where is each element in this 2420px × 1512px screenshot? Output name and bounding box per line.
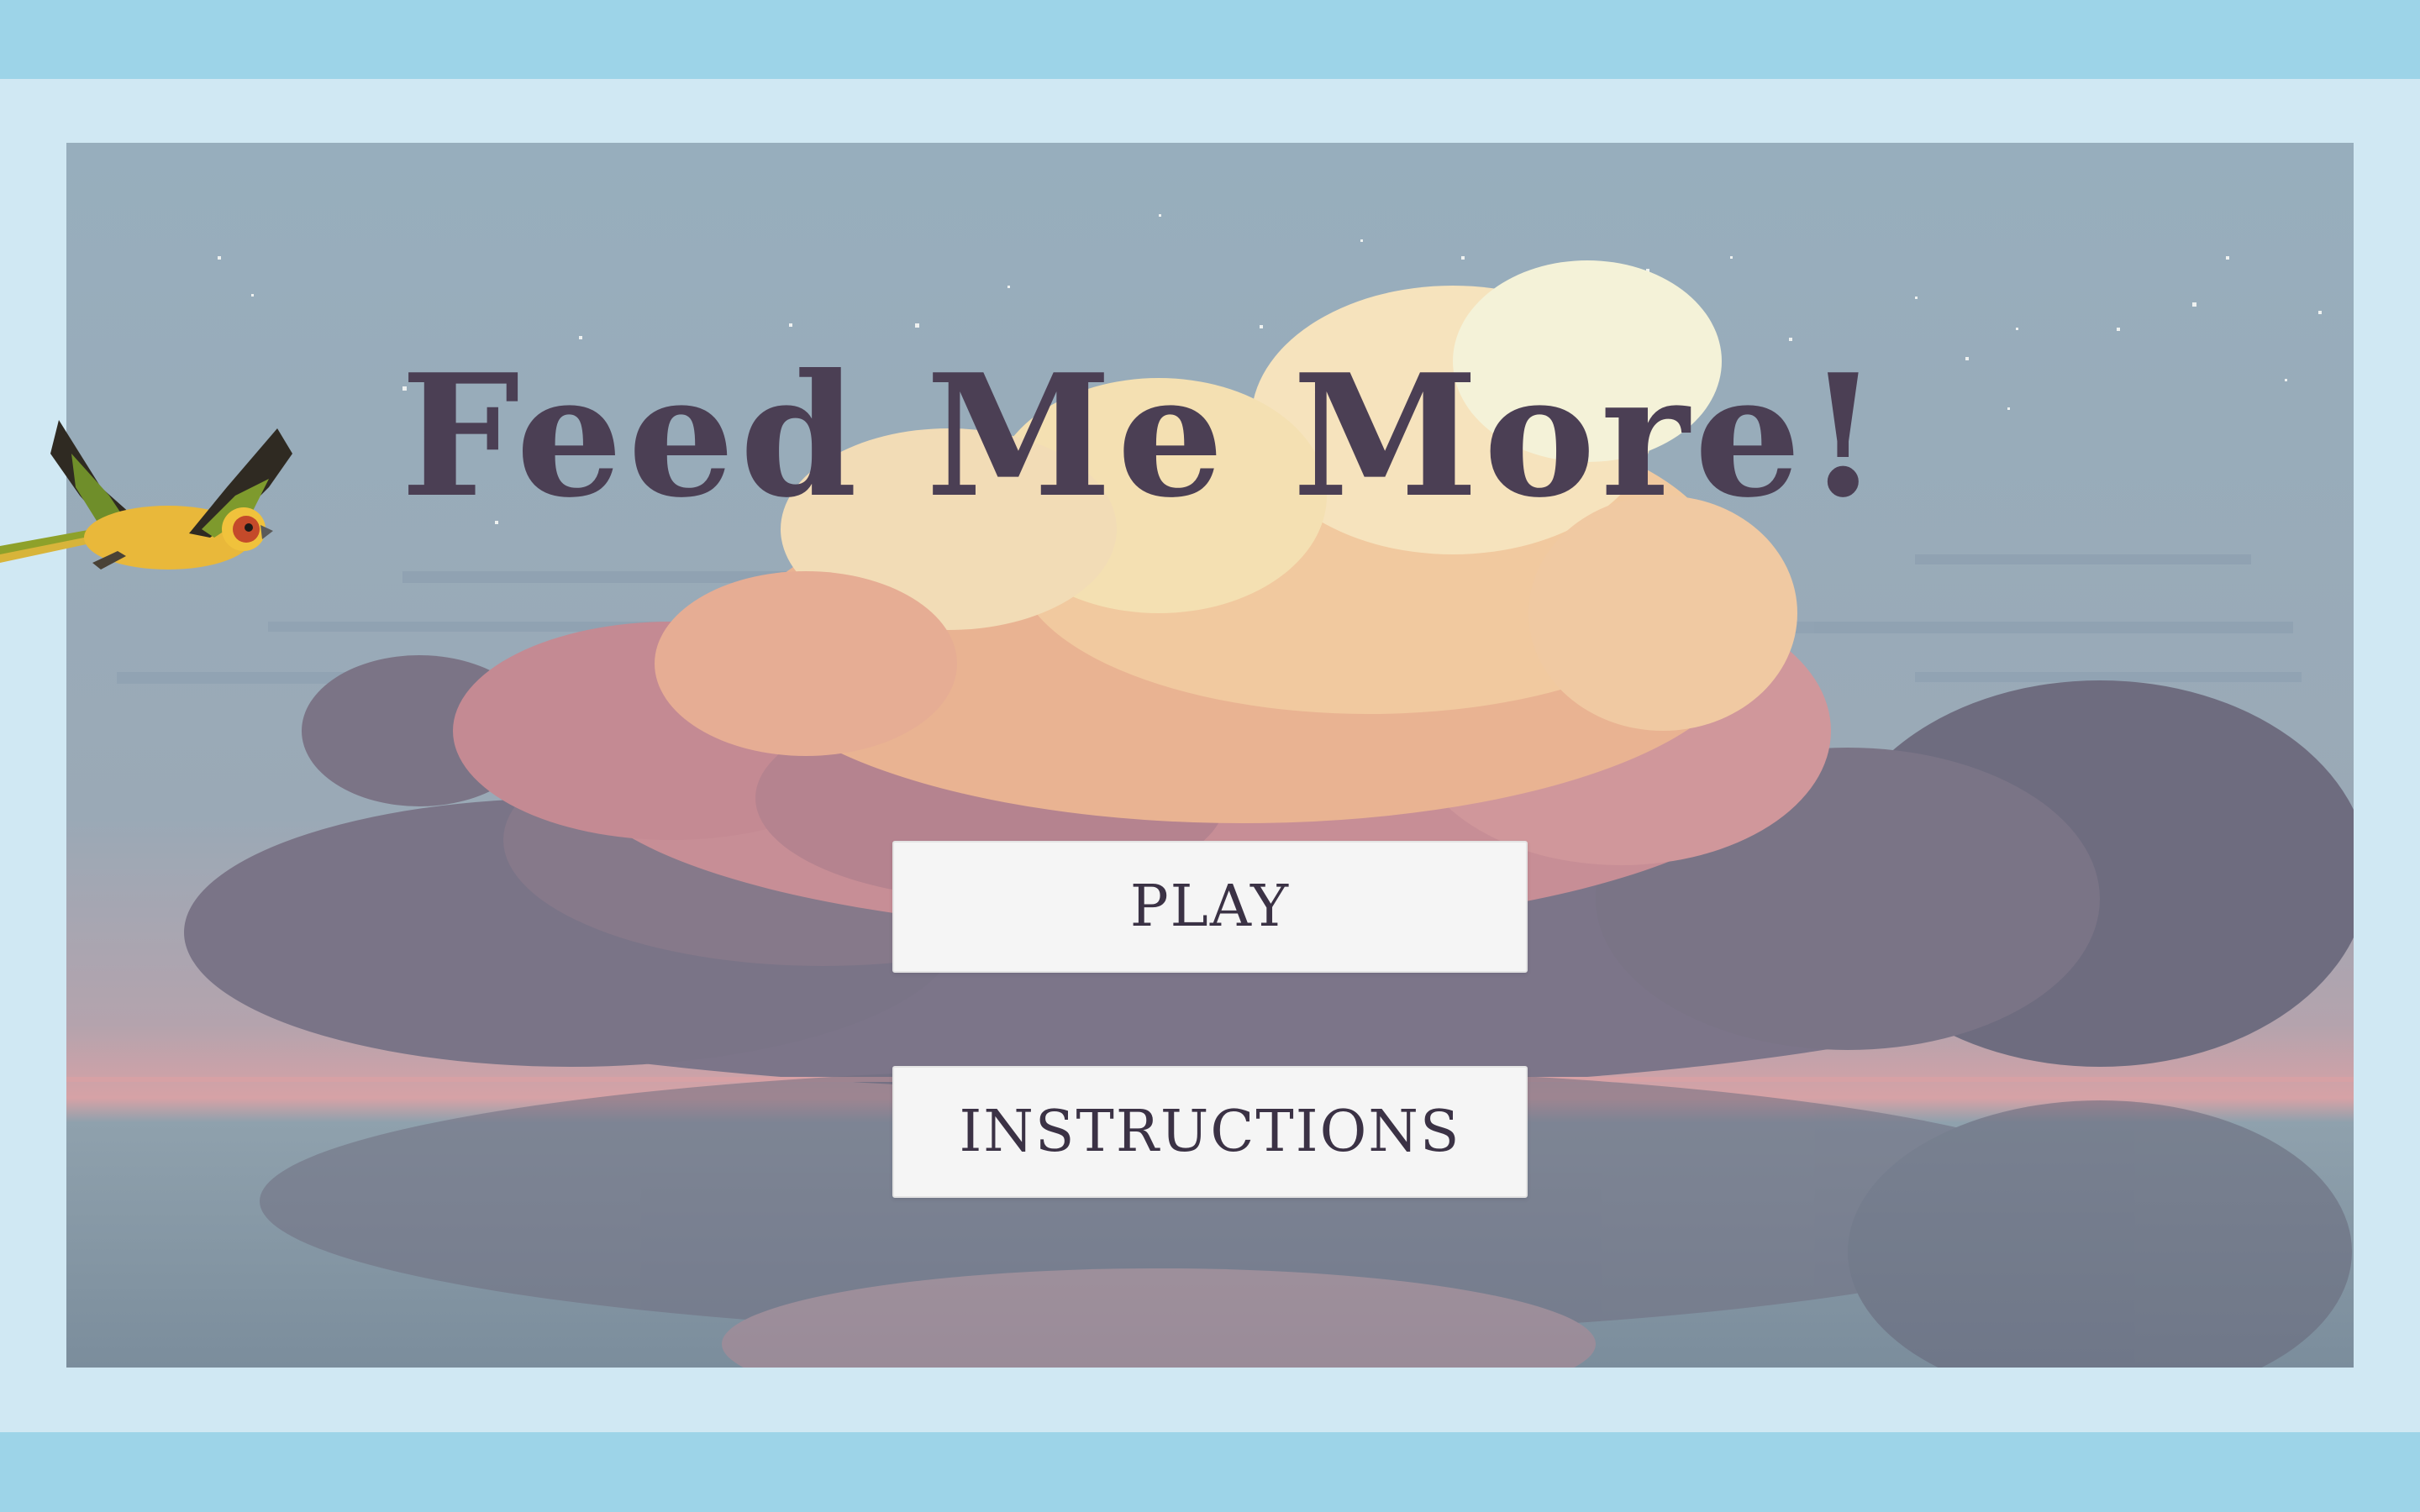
game-title: Feed Me More! bbox=[400, 338, 1886, 535]
top-border-band bbox=[0, 0, 2420, 79]
bottom-border-band bbox=[0, 1432, 2420, 1512]
parrot-icon bbox=[0, 420, 292, 570]
instructions-button[interactable]: INSTRUCTIONS bbox=[892, 1066, 1528, 1198]
play-button[interactable]: PLAY bbox=[892, 841, 1528, 973]
